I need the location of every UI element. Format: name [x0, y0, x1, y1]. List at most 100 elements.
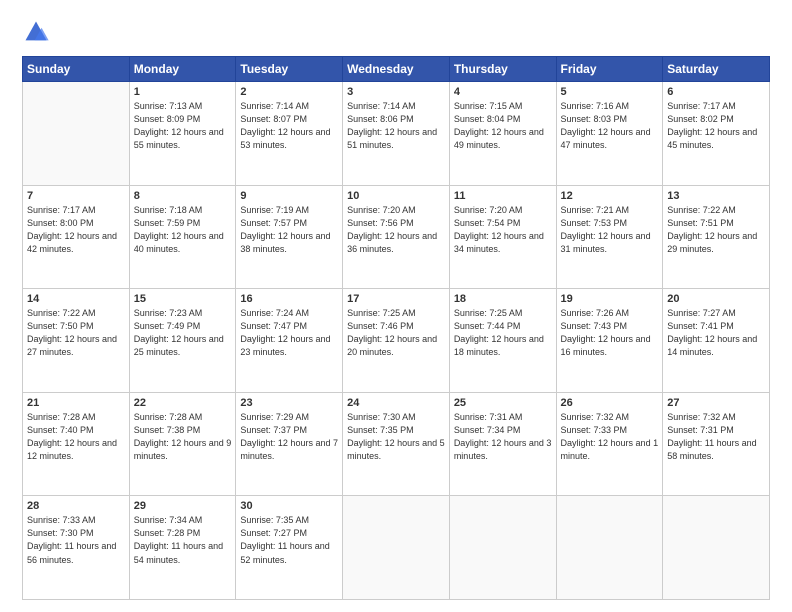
- day-number: 14: [27, 293, 125, 305]
- calendar-cell: 2 Sunrise: 7:14 AMSunset: 8:07 PMDaylight…: [236, 82, 343, 186]
- day-number: 4: [454, 86, 552, 98]
- calendar-cell: 25 Sunrise: 7:31 AMSunset: 7:34 PMDayligh…: [449, 392, 556, 496]
- calendar-cell: 22 Sunrise: 7:28 AMSunset: 7:38 PMDayligh…: [129, 392, 236, 496]
- day-number: 15: [134, 293, 232, 305]
- calendar-cell: 12Sunrise: 7:21 AMSunset: 7:53 PMDayligh…: [556, 185, 663, 289]
- day-number: 30: [240, 500, 338, 512]
- day-number: 22: [134, 397, 232, 409]
- calendar-week-row: 1 Sunrise: 7:13 AMSunset: 8:09 PMDaylight…: [23, 82, 770, 186]
- day-detail: Sunrise: 7:17 AMSunset: 8:02 PMDaylight:…: [667, 100, 765, 152]
- day-number: 17: [347, 293, 445, 305]
- calendar-cell: [449, 496, 556, 600]
- calendar-cell: 20 Sunrise: 7:27 AMSunset: 7:41 PMDayligh…: [663, 289, 770, 393]
- day-number: 6: [667, 86, 765, 98]
- day-detail: Sunrise: 7:20 AMSunset: 7:56 PMDaylight:…: [347, 204, 445, 256]
- day-number: 21: [27, 397, 125, 409]
- day-detail: Sunrise: 7:20 AMSunset: 7:54 PMDaylight:…: [454, 204, 552, 256]
- calendar-cell: 3 Sunrise: 7:14 AMSunset: 8:06 PMDaylight…: [343, 82, 450, 186]
- logo: [22, 18, 54, 46]
- day-detail: Sunrise: 7:14 AMSunset: 8:06 PMDaylight:…: [347, 100, 445, 152]
- calendar-cell: 11 Sunrise: 7:20 AMSunset: 7:54 PMDayligh…: [449, 185, 556, 289]
- calendar-cell: 16Sunrise: 7:24 AMSunset: 7:47 PMDayligh…: [236, 289, 343, 393]
- calendar-header: SundayMondayTuesdayWednesdayThursdayFrid…: [23, 57, 770, 82]
- day-detail: Sunrise: 7:18 AMSunset: 7:59 PMDaylight:…: [134, 204, 232, 256]
- weekday-header: Monday: [129, 57, 236, 82]
- day-detail: Sunrise: 7:32 AMSunset: 7:33 PMDaylight:…: [561, 411, 659, 463]
- calendar-body: 1 Sunrise: 7:13 AMSunset: 8:09 PMDaylight…: [23, 82, 770, 600]
- day-number: 18: [454, 293, 552, 305]
- calendar-cell: 17 Sunrise: 7:25 AMSunset: 7:46 PMDayligh…: [343, 289, 450, 393]
- day-detail: Sunrise: 7:24 AMSunset: 7:47 PMDaylight:…: [240, 307, 338, 359]
- calendar-cell: 4 Sunrise: 7:15 AMSunset: 8:04 PMDaylight…: [449, 82, 556, 186]
- calendar-cell: 1 Sunrise: 7:13 AMSunset: 8:09 PMDaylight…: [129, 82, 236, 186]
- calendar-cell: [663, 496, 770, 600]
- calendar-table: SundayMondayTuesdayWednesdayThursdayFrid…: [22, 56, 770, 600]
- day-number: 9: [240, 190, 338, 202]
- day-detail: Sunrise: 7:15 AMSunset: 8:04 PMDaylight:…: [454, 100, 552, 152]
- day-detail: Sunrise: 7:28 AMSunset: 7:38 PMDaylight:…: [134, 411, 232, 463]
- day-number: 19: [561, 293, 659, 305]
- calendar-cell: 5Sunrise: 7:16 AMSunset: 8:03 PMDaylight…: [556, 82, 663, 186]
- day-detail: Sunrise: 7:25 AMSunset: 7:46 PMDaylight:…: [347, 307, 445, 359]
- calendar-cell: [23, 82, 130, 186]
- day-detail: Sunrise: 7:31 AMSunset: 7:34 PMDaylight:…: [454, 411, 552, 463]
- day-number: 28: [27, 500, 125, 512]
- calendar-cell: [343, 496, 450, 600]
- day-number: 26: [561, 397, 659, 409]
- weekday-header: Friday: [556, 57, 663, 82]
- day-number: 8: [134, 190, 232, 202]
- day-detail: Sunrise: 7:22 AMSunset: 7:50 PMDaylight:…: [27, 307, 125, 359]
- day-number: 20: [667, 293, 765, 305]
- calendar-cell: 7Sunrise: 7:17 AMSunset: 8:00 PMDaylight…: [23, 185, 130, 289]
- day-number: 5: [561, 86, 659, 98]
- day-detail: Sunrise: 7:14 AMSunset: 8:07 PMDaylight:…: [240, 100, 338, 152]
- calendar-cell: 15Sunrise: 7:23 AMSunset: 7:49 PMDayligh…: [129, 289, 236, 393]
- day-detail: Sunrise: 7:33 AMSunset: 7:30 PMDaylight:…: [27, 514, 125, 566]
- day-detail: Sunrise: 7:30 AMSunset: 7:35 PMDaylight:…: [347, 411, 445, 463]
- calendar-cell: 13 Sunrise: 7:22 AMSunset: 7:51 PMDayligh…: [663, 185, 770, 289]
- day-detail: Sunrise: 7:29 AMSunset: 7:37 PMDaylight:…: [240, 411, 338, 463]
- day-detail: Sunrise: 7:19 AMSunset: 7:57 PMDaylight:…: [240, 204, 338, 256]
- day-number: 29: [134, 500, 232, 512]
- weekday-header: Sunday: [23, 57, 130, 82]
- calendar-week-row: 7Sunrise: 7:17 AMSunset: 8:00 PMDaylight…: [23, 185, 770, 289]
- day-detail: Sunrise: 7:13 AMSunset: 8:09 PMDaylight:…: [134, 100, 232, 152]
- day-number: 10: [347, 190, 445, 202]
- calendar-cell: 24 Sunrise: 7:30 AMSunset: 7:35 PMDayligh…: [343, 392, 450, 496]
- day-detail: Sunrise: 7:28 AMSunset: 7:40 PMDaylight:…: [27, 411, 125, 463]
- day-number: 23: [240, 397, 338, 409]
- calendar-cell: 19 Sunrise: 7:26 AMSunset: 7:43 PMDayligh…: [556, 289, 663, 393]
- day-detail: Sunrise: 7:25 AMSunset: 7:44 PMDaylight:…: [454, 307, 552, 359]
- day-number: 11: [454, 190, 552, 202]
- calendar-cell: 10 Sunrise: 7:20 AMSunset: 7:56 PMDayligh…: [343, 185, 450, 289]
- logo-icon: [22, 18, 50, 46]
- calendar-cell: [556, 496, 663, 600]
- day-number: 3: [347, 86, 445, 98]
- day-detail: Sunrise: 7:22 AMSunset: 7:51 PMDaylight:…: [667, 204, 765, 256]
- calendar-cell: 30Sunrise: 7:35 AMSunset: 7:27 PMDayligh…: [236, 496, 343, 600]
- calendar-cell: 9 Sunrise: 7:19 AMSunset: 7:57 PMDaylight…: [236, 185, 343, 289]
- day-number: 12: [561, 190, 659, 202]
- day-number: 2: [240, 86, 338, 98]
- day-number: 25: [454, 397, 552, 409]
- page: SundayMondayTuesdayWednesdayThursdayFrid…: [0, 0, 792, 612]
- weekday-row: SundayMondayTuesdayWednesdayThursdayFrid…: [23, 57, 770, 82]
- weekday-header: Tuesday: [236, 57, 343, 82]
- weekday-header: Wednesday: [343, 57, 450, 82]
- day-number: 24: [347, 397, 445, 409]
- day-detail: Sunrise: 7:27 AMSunset: 7:41 PMDaylight:…: [667, 307, 765, 359]
- header: [22, 18, 770, 46]
- calendar-cell: 21 Sunrise: 7:28 AMSunset: 7:40 PMDayligh…: [23, 392, 130, 496]
- calendar-week-row: 14 Sunrise: 7:22 AMSunset: 7:50 PMDayligh…: [23, 289, 770, 393]
- calendar-week-row: 28 Sunrise: 7:33 AMSunset: 7:30 PMDayligh…: [23, 496, 770, 600]
- day-detail: Sunrise: 7:17 AMSunset: 8:00 PMDaylight:…: [27, 204, 125, 256]
- day-detail: Sunrise: 7:34 AMSunset: 7:28 PMDaylight:…: [134, 514, 232, 566]
- day-detail: Sunrise: 7:26 AMSunset: 7:43 PMDaylight:…: [561, 307, 659, 359]
- day-number: 1: [134, 86, 232, 98]
- calendar-cell: 27Sunrise: 7:32 AMSunset: 7:31 PMDayligh…: [663, 392, 770, 496]
- calendar-cell: 29 Sunrise: 7:34 AMSunset: 7:28 PMDayligh…: [129, 496, 236, 600]
- weekday-header: Saturday: [663, 57, 770, 82]
- calendar-cell: 14 Sunrise: 7:22 AMSunset: 7:50 PMDayligh…: [23, 289, 130, 393]
- day-number: 13: [667, 190, 765, 202]
- calendar-cell: 8 Sunrise: 7:18 AMSunset: 7:59 PMDaylight…: [129, 185, 236, 289]
